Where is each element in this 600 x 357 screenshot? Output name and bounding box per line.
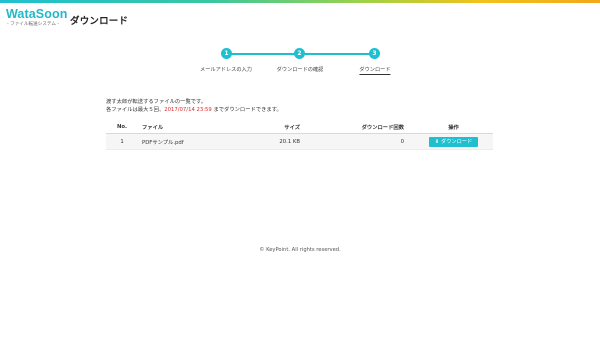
expiry-date: 2017/07/14 23:59: [164, 107, 212, 113]
footer-copyright: © KeyPoint. All rights reserved.: [259, 247, 341, 253]
header-size: サイズ: [232, 121, 304, 134]
step-1-label: メールアドレスの入力: [200, 67, 252, 73]
download-button[interactable]: ⬇ ダウンロード: [428, 136, 479, 147]
step-2-label: ダウンロードの確認: [276, 67, 324, 73]
description: 渡す太郎が転送するファイルの一覧です。 各ファイルは最大５回、2017/07/1…: [106, 98, 282, 114]
page-title: ダウンロード: [70, 16, 129, 27]
download-button-label: ダウンロード: [441, 138, 473, 145]
step-2-circle: 2: [294, 48, 305, 59]
header: WataSoon - ファイル転送システム - ダウンロード: [0, 3, 600, 31]
download-icon: ⬇: [434, 138, 440, 145]
row-file-size: 20.1 KB: [232, 133, 304, 150]
logo-subtitle: - ファイル転送システム -: [7, 22, 60, 27]
step-3-circle: 3: [369, 48, 380, 59]
step-connector: [304, 53, 374, 55]
description-prefix: 各ファイルは最大５回、: [106, 107, 165, 113]
header-action: 操作: [414, 121, 493, 134]
logo[interactable]: WataSoon - ファイル転送システム -: [6, 7, 68, 31]
row-download-count: 0: [304, 133, 414, 150]
step-1-circle: 1: [221, 48, 232, 59]
header-no: No.: [106, 121, 138, 134]
header-file: ファイル: [138, 121, 232, 134]
progress-stepper: 1 2 3 メールアドレスの入力 ダウンロードの確認 ダウンロード: [0, 44, 600, 84]
table-row: 1 PDFサンプル.pdf 20.1 KB 0 ⬇ ダウンロード: [106, 133, 493, 150]
description-line-2: 各ファイルは最大５回、2017/07/14 23:59 までダウンロードできます…: [106, 106, 282, 114]
row-no: 1: [106, 133, 138, 150]
row-action: ⬇ ダウンロード: [414, 133, 493, 150]
description-line-1: 渡す太郎が転送するファイルの一覧です。: [106, 99, 207, 105]
step-connector: [231, 53, 299, 55]
step-3-label: ダウンロード: [359, 67, 391, 75]
description-suffix: までダウンロードできます。: [211, 107, 282, 113]
file-table: No. ファイル サイズ ダウンロード回数 操作 1 PDFサンプル.pdf 2…: [106, 121, 493, 150]
table-header-row: No. ファイル サイズ ダウンロード回数 操作: [106, 121, 493, 134]
header-download-count: ダウンロード回数: [304, 121, 414, 134]
row-file-name: PDFサンプル.pdf: [138, 133, 232, 150]
logo-text: WataSoon: [6, 7, 68, 21]
